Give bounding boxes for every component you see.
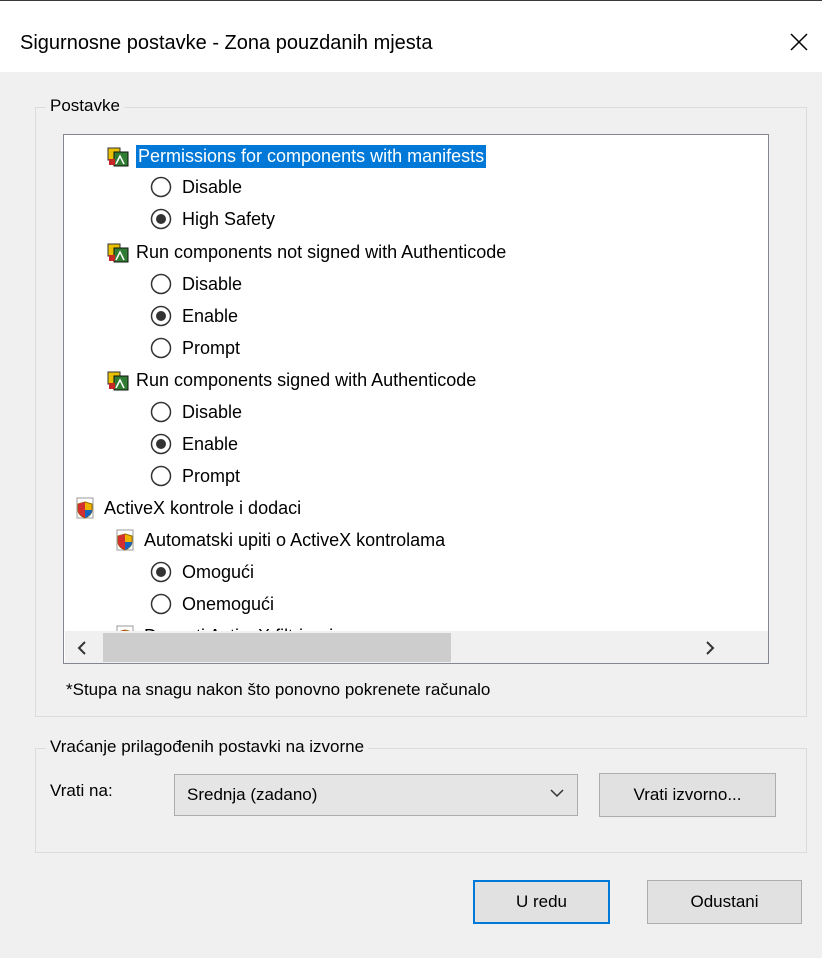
chevron-right-icon (706, 640, 715, 655)
tree-item-category[interactable]: ActiveX kontrole i dodaci (74, 493, 301, 523)
chevron-left-icon (77, 640, 86, 655)
radio-unchecked-icon[interactable] (150, 273, 172, 295)
scroll-right-button[interactable] (693, 631, 727, 663)
horizontal-scroll-thumb[interactable] (103, 633, 451, 662)
shield-icon (116, 529, 134, 551)
chevron-down-icon (550, 789, 564, 798)
close-button[interactable] (776, 19, 822, 65)
tree-item-subheading[interactable]: Automatski upiti o ActiveX kontrolama (114, 525, 445, 555)
radio-unchecked-icon[interactable] (150, 465, 172, 487)
tree-item-label: Omogući (182, 561, 255, 582)
tree-item-label: Disable (182, 273, 243, 294)
radio-unchecked-icon[interactable] (150, 401, 172, 423)
tree-item-label: Onemogući (182, 593, 275, 614)
cancel-button[interactable]: Odustani (647, 880, 802, 924)
tree-item-label: Enable (182, 433, 239, 454)
tree-item-label: Run components signed with Authenticode (136, 369, 477, 390)
title-bar: Sigurnosne postavke - Zona pouzdanih mje… (0, 0, 822, 72)
tree-item-label: Enable (182, 305, 239, 326)
scroll-left-button[interactable] (65, 631, 99, 663)
component-icon (107, 371, 129, 391)
reset-group-legend: Vraćanje prilagođenih postavki na izvorn… (46, 737, 369, 757)
ok-button[interactable]: U redu (473, 880, 610, 924)
reset-level-select[interactable]: Srednja (zadano) (174, 774, 578, 816)
radio-option[interactable]: Disable (150, 172, 242, 202)
tree-item-label: Prompt (182, 465, 241, 486)
tree-item-heading[interactable]: Permissions for components with manifest… (106, 141, 487, 171)
radio-option[interactable]: Enable (150, 429, 238, 459)
shield-icon (76, 497, 94, 519)
settings-group-legend: Postavke (46, 96, 124, 116)
security-settings-dialog: Sigurnosne postavke - Zona pouzdanih mje… (0, 0, 822, 958)
reset-button[interactable]: Vrati izvorno... (599, 773, 776, 817)
tree-item-label: Permissions for components with manifest… (136, 144, 487, 168)
settings-tree[interactable]: Permissions for components with manifest… (63, 134, 769, 664)
tree-item-label: Disable (182, 176, 243, 197)
radio-unchecked-icon[interactable] (150, 593, 172, 615)
radio-unchecked-icon[interactable] (150, 337, 172, 359)
radio-option[interactable]: Onemogući (150, 589, 274, 619)
reset-level-value: Srednja (zadano) (187, 785, 318, 804)
reset-to-label: Vrati na: (50, 781, 113, 800)
dialog-title: Sigurnosne postavke - Zona pouzdanih mje… (20, 32, 433, 54)
radio-checked-icon[interactable] (150, 305, 172, 327)
tree-item-label: High Safety (182, 208, 276, 229)
tree-item-label: ActiveX kontrole i dodaci (104, 497, 302, 518)
tree-item-label: Prompt (182, 337, 241, 358)
tree-item-label: Run components not signed with Authentic… (136, 241, 507, 262)
radio-checked-icon[interactable] (150, 561, 172, 583)
radio-option[interactable]: Prompt (150, 333, 240, 363)
tree-item-heading[interactable]: Run components signed with Authenticode (106, 365, 476, 395)
tree-item-label: Disable (182, 401, 243, 422)
restart-note: *Stupa na snagu nakon što ponovno pokren… (66, 680, 491, 699)
tree-item-heading[interactable]: Run components not signed with Authentic… (106, 237, 506, 267)
radio-option[interactable]: Omogući (150, 557, 254, 587)
radio-checked-icon[interactable] (150, 208, 172, 230)
horizontal-scrollbar[interactable] (65, 631, 768, 663)
radio-option[interactable]: Disable (150, 269, 242, 299)
radio-option[interactable]: Prompt (150, 461, 240, 491)
radio-checked-icon[interactable] (150, 433, 172, 455)
component-icon (107, 147, 129, 167)
radio-option[interactable]: High Safety (150, 204, 275, 234)
close-icon (790, 33, 808, 51)
radio-option[interactable]: Enable (150, 301, 238, 331)
radio-option[interactable]: Disable (150, 397, 242, 427)
component-icon (107, 243, 129, 263)
radio-unchecked-icon[interactable] (150, 176, 172, 198)
tree-item-label: Automatski upiti o ActiveX kontrolama (144, 529, 446, 550)
